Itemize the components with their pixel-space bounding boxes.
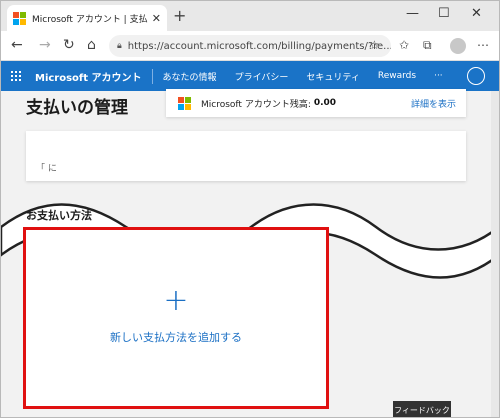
address-toolbar: ← → ↻ ⌂ 🔒︎ https://account.microsoft.com… (1, 31, 499, 61)
page-content: 支払いの管理 Microsoft アカウント残高: 0.00 詳細を表示 「 に… (1, 89, 499, 417)
payment-methods-heading: お支払い方法 (26, 209, 92, 222)
info-card-text: 「 に (36, 164, 57, 174)
account-brand[interactable]: Microsoft アカウント (35, 68, 153, 84)
page-title: 支払いの管理 (26, 98, 128, 118)
maximize-button[interactable]: ☐ (438, 6, 450, 21)
microsoft-logo-icon (178, 96, 191, 110)
tab-title: Microsoft アカウント | 支払いオプション (32, 14, 148, 25)
close-window-button[interactable]: ✕ (471, 6, 482, 21)
tab-bar: Microsoft アカウント | 支払いオプション ✕ + — ☐ ✕ (1, 1, 499, 31)
add-payment-method-link[interactable]: 新しい支払方法を追加する (26, 329, 326, 345)
add-payment-method-card[interactable]: + 新しい支払方法を追加する (23, 227, 329, 409)
balance-card: Microsoft アカウント残高: 0.00 詳細を表示 (166, 89, 466, 117)
nav-more[interactable]: ··· (434, 71, 443, 81)
more-menu-icon[interactable]: ⋯ (477, 38, 489, 52)
minimize-button[interactable]: — (406, 6, 419, 21)
refresh-icon[interactable]: ↻ (63, 37, 75, 53)
account-nav-bar: Microsoft アカウント あなたの情報 プライバシー セキュリティ Rew… (1, 61, 499, 91)
favorite-star-icon[interactable]: ☆ (369, 38, 380, 52)
close-tab-icon[interactable]: ✕ (152, 12, 161, 25)
feedback-button[interactable]: フィードバック (393, 401, 451, 417)
app-launcher-icon[interactable] (11, 71, 21, 81)
forward-icon[interactable]: → (39, 37, 51, 53)
back-icon[interactable]: ← (11, 37, 23, 53)
account-avatar-icon[interactable] (467, 67, 485, 85)
collections-icon[interactable]: ⧉ (423, 38, 432, 53)
plus-icon: + (163, 283, 189, 318)
balance-value: 0.00 (313, 98, 337, 108)
lock-icon: 🔒︎ (117, 41, 122, 51)
browser-tab[interactable]: Microsoft アカウント | 支払いオプション ✕ (7, 5, 167, 31)
balance-label: Microsoft アカウント残高: (201, 99, 311, 110)
info-card: 「 に (26, 131, 466, 181)
nav-rewards[interactable]: Rewards (378, 71, 416, 81)
new-tab-button[interactable]: + (173, 6, 186, 25)
nav-your-info[interactable]: あなたの情報 (163, 70, 217, 83)
profile-avatar[interactable] (450, 38, 466, 54)
vertical-scrollbar[interactable] (491, 91, 499, 417)
nav-security[interactable]: セキュリティ (306, 70, 359, 83)
browser-window: Microsoft アカウント | 支払いオプション ✕ + — ☐ ✕ ← →… (0, 0, 500, 418)
microsoft-logo-icon (13, 11, 26, 25)
home-icon[interactable]: ⌂ (87, 37, 96, 53)
view-details-link[interactable]: 詳細を表示 (411, 97, 456, 110)
favorites-icon[interactable]: ✩ (399, 38, 409, 52)
address-bar[interactable]: 🔒︎ https://account.microsoft.com/billing… (109, 35, 391, 57)
nav-privacy[interactable]: プライバシー (235, 70, 289, 83)
url-text: https://account.microsoft.com/billing/pa… (127, 40, 391, 52)
